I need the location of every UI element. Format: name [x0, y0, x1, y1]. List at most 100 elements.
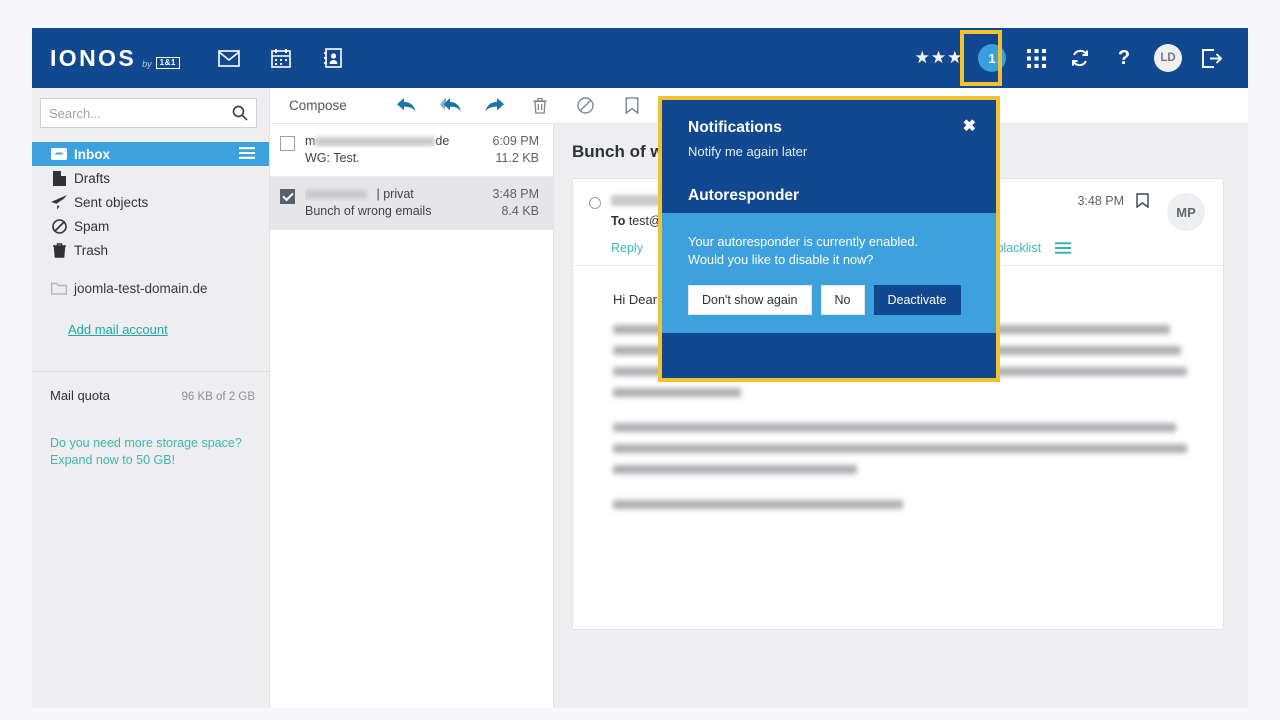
close-icon[interactable]: ✖ [963, 119, 976, 135]
message-line-subject: Bunch of wrong emails 8.4 KB [305, 204, 539, 218]
sidebar-item-account-folder[interactable]: joomla-test-domain.de [32, 276, 269, 300]
popup-header: Notifications ✖ [662, 100, 996, 137]
mail-icon[interactable] [216, 45, 242, 71]
mail-quota-row: Mail quota 96 KB of 2 GB [50, 388, 255, 403]
sidebar-item-inbox[interactable]: Inbox [32, 142, 269, 166]
trash-icon [44, 242, 74, 258]
mail-quota-section: Mail quota 96 KB of 2 GB Do you need mor… [32, 371, 269, 469]
folder-menu-icon[interactable] [239, 146, 255, 162]
sidebar-item-label: Trash [74, 242, 109, 258]
mail-menu-icon[interactable] [1055, 242, 1072, 254]
redacted-sender [315, 137, 436, 147]
message-line-sender: | privat 3:48 PM [305, 187, 539, 201]
notifications-button[interactable]: 1 [970, 28, 1014, 88]
search-icon[interactable] [232, 105, 248, 121]
inbox-icon [44, 147, 74, 161]
search-input[interactable] [49, 105, 232, 121]
message-select-radio[interactable] [589, 197, 601, 209]
notification-popup: Notifications ✖ Notify me again later Au… [662, 100, 996, 378]
message-size: 8.4 KB [501, 204, 539, 218]
forward-icon[interactable] [473, 98, 517, 113]
message-size: 11.2 KB [495, 151, 539, 165]
bookmark-icon[interactable] [609, 97, 655, 114]
reply-icon[interactable] [385, 98, 429, 113]
popup-title: Notifications [688, 119, 782, 136]
logo-by-text: by [142, 58, 152, 69]
dont-show-again-button[interactable]: Don't show again [688, 285, 812, 315]
delete-icon[interactable] [517, 97, 563, 114]
user-avatar[interactable]: LD [1146, 28, 1190, 88]
storage-cta-line1: Do you need more storage space? [50, 436, 242, 450]
sidebar-item-label: Drafts [74, 170, 111, 186]
sidebar-item-drafts[interactable]: Drafts [32, 166, 269, 190]
notification-popup-highlight: Notifications ✖ Notify me again later Au… [658, 96, 1000, 382]
message-sender: m de [305, 134, 450, 148]
webmail-app: IONOS by 1&1 ★★★ 1 ? LD Search... Inbox … [32, 28, 1248, 708]
storage-cta-line2: Expand now to 50 GB! [50, 453, 176, 467]
autoresponder-section-title: Autoresponder [688, 187, 800, 204]
reply-all-icon[interactable] [429, 98, 473, 113]
mail-quota-value: 96 KB of 2 GB [181, 391, 255, 403]
notify-later-link[interactable]: Notify me again later [662, 137, 996, 159]
folder-separator [32, 262, 269, 276]
autoresponder-message-line2: Would you like to disable it now? [688, 252, 874, 267]
ionos-logo[interactable]: IONOS by 1&1 [50, 44, 180, 71]
to-value: test@ [628, 214, 662, 228]
compose-button[interactable]: Compose [289, 98, 347, 113]
mail-quota-label: Mail quota [50, 388, 110, 403]
sidebar-item-label: Sent objects [74, 194, 149, 210]
calendar-icon[interactable] [268, 45, 294, 71]
header-nav-icons [216, 45, 346, 71]
app-body: Inbox Drafts [32, 88, 1248, 708]
message-line-sender: m de 6:09 PM [305, 134, 539, 148]
sidebar-item-label: Spam [74, 218, 110, 234]
notification-count-badge[interactable]: 1 [978, 44, 1006, 72]
mail-meta: 3:48 PM [1077, 193, 1149, 208]
deactivate-button[interactable]: Deactivate [873, 285, 961, 315]
storage-upgrade-link[interactable]: Do you need more storage space? Expand n… [50, 435, 255, 469]
no-button[interactable]: No [820, 285, 865, 315]
reply-link[interactable]: Reply [611, 241, 643, 255]
redacted-sender [305, 190, 367, 200]
refresh-icon[interactable] [1058, 28, 1102, 88]
sidebar-item-spam[interactable]: Spam [32, 214, 269, 238]
logo-text: IONOS [50, 44, 137, 71]
sidebar: Inbox Drafts [32, 88, 270, 708]
sidebar-item-sent-objects[interactable]: Sent objects [32, 190, 269, 214]
message-checkbox[interactable] [280, 189, 295, 204]
to-label: To [611, 214, 626, 228]
logo-1and1-badge: 1&1 [155, 56, 180, 69]
folder-icon [44, 282, 74, 295]
help-icon[interactable]: ? [1102, 28, 1146, 88]
autoresponder-message: Your autoresponder is currently enabled.… [688, 233, 974, 269]
spam-icon[interactable] [563, 97, 609, 114]
drafts-icon [44, 170, 74, 186]
message-subject: Bunch of wrong emails [305, 204, 432, 218]
autoresponder-card: Your autoresponder is currently enabled.… [662, 213, 996, 333]
message-summary: m de 6:09 PM WG: Test. 11.2 KB [305, 134, 539, 165]
sidebar-item-label: joomla-test-domain.de [74, 280, 208, 296]
mail-header-right: 3:48 PM [1077, 193, 1149, 255]
message-subject: WG: Test. [305, 151, 360, 165]
add-mail-account-link[interactable]: Add mail account [68, 322, 269, 337]
contacts-icon[interactable] [320, 45, 346, 71]
search-box[interactable] [40, 98, 257, 128]
message-list-pane: All▼ Sort▼ mde 6:09 PM WG: Test. [270, 88, 554, 708]
mail-body-paragraph [613, 423, 1193, 474]
message-time: 3:48 PM [492, 187, 539, 201]
avatar-initials: LD [1154, 44, 1182, 72]
rating-stars[interactable]: ★★★ [908, 28, 970, 88]
apps-grid-icon[interactable] [1014, 28, 1058, 88]
list-item[interactable]: | privat 3:48 PM Bunch of wrong emails 8… [270, 177, 553, 230]
sidebar-item-trash[interactable]: Trash [32, 238, 269, 262]
app-header: IONOS by 1&1 ★★★ 1 ? LD [32, 28, 1248, 88]
sent-icon [44, 194, 74, 210]
sidebar-item-label: Inbox [74, 146, 110, 162]
bookmark-icon[interactable] [1136, 193, 1149, 208]
message-summary: | privat 3:48 PM Bunch of wrong emails 8… [305, 187, 539, 218]
autoresponder-message-line1: Your autoresponder is currently enabled. [688, 234, 919, 249]
message-checkbox[interactable] [280, 136, 295, 151]
list-item[interactable]: m de 6:09 PM WG: Test. 11.2 KB [270, 124, 553, 177]
logout-icon[interactable] [1190, 28, 1234, 88]
message-line-subject: WG: Test. 11.2 KB [305, 151, 539, 165]
